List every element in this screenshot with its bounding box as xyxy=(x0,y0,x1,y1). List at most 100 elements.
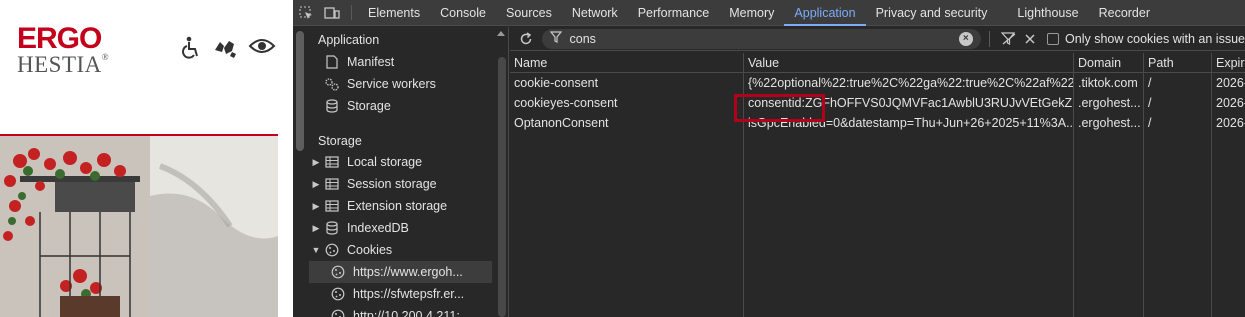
tab-application[interactable]: Application xyxy=(784,0,866,26)
website-viewport: ERGO HESTIA® xyxy=(0,0,278,317)
filterbar-separator xyxy=(988,30,990,47)
sidebar-item-label: Manifest xyxy=(347,55,395,69)
tab-network[interactable]: Network xyxy=(562,0,628,25)
cookie-path-cell: / xyxy=(1144,73,1212,93)
table-header-row: Name Value Domain Path Expire xyxy=(510,53,1245,73)
checkbox-box[interactable] xyxy=(1047,32,1060,45)
column-header-name[interactable]: Name xyxy=(510,53,744,72)
sidebar-item-label: IndexedDB xyxy=(347,221,409,235)
only-issues-checkbox[interactable]: Only show cookies with an issue xyxy=(1047,32,1245,46)
cookie-icon xyxy=(329,286,347,302)
refresh-icon[interactable] xyxy=(512,31,540,46)
sidebar-item-label: https://sfwtepsfr.er... xyxy=(353,287,465,301)
column-header-domain[interactable]: Domain xyxy=(1074,53,1144,72)
logo-hestia-word: HESTIA xyxy=(17,52,102,77)
sidebar-item-extension-storage[interactable]: ▶ Extension storage xyxy=(309,195,492,217)
cookie-name-cell: cookie-consent xyxy=(510,73,744,93)
tab-performance[interactable]: Performance xyxy=(628,0,720,25)
filter-funnel-icon xyxy=(549,31,562,46)
sidebar-item-label: https://www.ergoh... xyxy=(353,265,463,279)
checkbox-label: Only show cookies with an issue xyxy=(1065,31,1245,46)
table-row[interactable]: cookieyes-consent consentid:ZGFhOFFVS0JQ… xyxy=(510,93,1245,113)
section-storage-header: Storage xyxy=(318,134,362,148)
sidebar-item-cookie-origin-sfwtepsfr[interactable]: https://sfwtepsfr.er... xyxy=(309,283,492,305)
cookie-value-cell: {%22optional%22:true%2C%22ga%22:true%2C%… xyxy=(744,73,1074,93)
expand-arrow-icon[interactable]: ▶ xyxy=(309,157,323,168)
column-divider xyxy=(743,73,744,317)
cookie-domain-cell: .ergohest... xyxy=(1074,93,1144,113)
eye-icon[interactable] xyxy=(248,36,276,56)
column-header-expires[interactable]: Expire xyxy=(1212,53,1245,72)
cookie-filter-input[interactable] xyxy=(569,31,959,46)
table-icon xyxy=(323,198,341,214)
tab-console[interactable]: Console xyxy=(430,0,496,25)
collapse-arrow-icon[interactable]: ▼ xyxy=(309,245,323,255)
column-header-value[interactable]: Value xyxy=(744,53,1074,72)
cookie-name-cell: cookieyes-consent xyxy=(510,93,744,113)
cookie-icon xyxy=(329,264,347,280)
column-divider xyxy=(1211,73,1212,317)
sidebar-item-label: Service workers xyxy=(347,77,436,91)
document-icon xyxy=(323,54,341,70)
tab-lighthouse[interactable]: Lighthouse xyxy=(1007,0,1088,25)
table-row[interactable]: OptanonConsent isGpcEnabled=0&datestamp=… xyxy=(510,113,1245,133)
column-divider xyxy=(1073,73,1074,317)
table-icon xyxy=(323,176,341,192)
sidebar-item-storage[interactable]: Storage xyxy=(309,95,492,117)
database-icon xyxy=(323,220,341,236)
sidebar-item-manifest[interactable]: Manifest xyxy=(309,51,492,73)
cookie-domain-cell: .ergohest... xyxy=(1074,113,1144,133)
sidebar-item-label: http://10.200.4.211:... xyxy=(353,309,471,317)
sidebar-item-label: Storage xyxy=(347,99,391,113)
devtools-tabbar: Elements Console Sources Network Perform… xyxy=(293,0,1245,26)
ergo-hestia-logo[interactable]: ERGO HESTIA® xyxy=(17,22,110,77)
logo-hestia-text: HESTIA® xyxy=(17,52,110,77)
expand-arrow-icon[interactable]: ▶ xyxy=(309,223,323,234)
device-toolbar-icon[interactable] xyxy=(319,0,345,25)
devtools-window: Elements Console Sources Network Perform… xyxy=(293,0,1245,317)
expand-arrow-icon[interactable]: ▶ xyxy=(309,179,323,190)
column-header-path[interactable]: Path xyxy=(1144,53,1212,72)
scroll-up-arrow-icon[interactable] xyxy=(497,31,505,36)
sidebar-item-service-workers[interactable]: Service workers xyxy=(309,73,492,95)
cookie-path-cell: / xyxy=(1144,93,1212,113)
cookie-filter-bar: × Only show cookies with an issue xyxy=(510,27,1245,51)
hero-photo xyxy=(0,136,278,317)
tab-elements[interactable]: Elements xyxy=(358,0,430,25)
database-icon xyxy=(323,98,341,114)
inspect-element-icon[interactable] xyxy=(293,0,319,25)
wheelchair-icon[interactable] xyxy=(180,36,202,60)
sign-language-icon[interactable] xyxy=(212,36,240,60)
section-application-header: Application xyxy=(318,33,380,47)
sidebar-item-cookie-origin-ip[interactable]: http://10.200.4.211:... xyxy=(309,305,492,317)
sidebar-scrollbar-right[interactable] xyxy=(498,57,506,317)
sidebar-item-cookies[interactable]: ▼ Cookies xyxy=(309,239,492,261)
table-row[interactable]: cookie-consent {%22optional%22:true%2C%2… xyxy=(510,73,1245,93)
sidebar-item-label: Session storage xyxy=(347,177,437,191)
cookie-icon xyxy=(329,308,347,317)
cookie-expires-cell: 2026- xyxy=(1216,116,1245,130)
sidebar-scrollbar-left[interactable] xyxy=(296,31,304,151)
logo-registered-mark: ® xyxy=(101,52,110,62)
cookie-filter-field[interactable]: × xyxy=(541,28,981,49)
sidebar-item-label: Cookies xyxy=(347,243,393,257)
cookie-path-cell: / xyxy=(1144,113,1212,133)
clear-filter-icon[interactable]: × xyxy=(958,31,973,46)
tab-privacy-and-security[interactable]: Privacy and security xyxy=(866,0,1008,25)
tab-sources[interactable]: Sources xyxy=(496,0,562,25)
expand-arrow-icon[interactable]: ▶ xyxy=(309,201,323,212)
sidebar-item-cookie-origin-ergo[interactable]: https://www.ergoh... xyxy=(309,261,492,283)
clear-filtered-cookies-icon[interactable] xyxy=(998,31,1020,46)
tab-memory[interactable]: Memory xyxy=(719,0,784,25)
cookie-name-cell: OptanonConsent xyxy=(510,113,744,133)
sidebar-item-indexeddb[interactable]: ▶ IndexedDB xyxy=(309,217,492,239)
application-sidebar: Application Manifest Service workers Sto… xyxy=(293,27,509,317)
table-icon xyxy=(323,154,341,170)
sidebar-item-session-storage[interactable]: ▶ Session storage xyxy=(309,173,492,195)
sidebar-item-label: Local storage xyxy=(347,155,423,169)
logo-ergo-text: ERGO xyxy=(17,22,102,55)
sidebar-item-local-storage[interactable]: ▶ Local storage xyxy=(309,151,492,173)
tab-recorder[interactable]: Recorder xyxy=(1089,0,1160,25)
gears-icon xyxy=(323,76,341,92)
delete-all-icon[interactable] xyxy=(1019,33,1041,45)
